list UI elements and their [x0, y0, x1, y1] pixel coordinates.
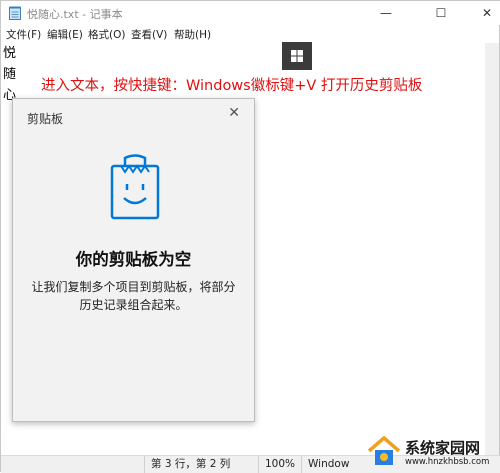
annotation-text: 进入文本，按快捷键：Windows徽标键+V 打开历史剪贴板	[41, 78, 423, 94]
windows-logo-icon	[282, 42, 312, 70]
clipboard-panel-title: 剪贴板	[27, 112, 64, 126]
status-line-ending: Window	[301, 456, 361, 473]
clipboard-empty-description: 让我们复制多个项目到剪贴板，将部分历史记录组合起来。	[31, 280, 236, 312]
menu-file[interactable]: 文件(F)	[6, 27, 41, 42]
watermark-title: 系统家园网	[405, 439, 481, 457]
status-zoom: 100%	[258, 456, 301, 473]
status-position: 第 3 行，第 2 列	[144, 456, 257, 473]
clipboard-smile-icon	[110, 154, 160, 220]
notepad-icon	[9, 6, 21, 20]
menu-help[interactable]: 帮助(H)	[174, 27, 211, 42]
menu-view[interactable]: 查看(V)	[131, 27, 167, 42]
clipboard-close-icon[interactable]: ✕	[228, 105, 240, 121]
close-button[interactable]: ✕	[464, 1, 500, 25]
editor-content[interactable]: 悦随心	[3, 43, 17, 106]
notepad-window: 悦随心.txt - 记事本 — ☐ ✕ 文件(F) 编辑(E) 格式(O) 查看…	[0, 0, 500, 473]
maximize-button[interactable]: ☐	[418, 1, 464, 25]
clipboard-empty-heading: 你的剪贴板为空	[75, 250, 192, 269]
house-logo-icon	[367, 435, 401, 465]
menu-edit[interactable]: 编辑(E)	[47, 27, 83, 42]
site-watermark: 系统家园网 www.hnzkhbsb.com	[367, 433, 500, 473]
vertical-scrollbar[interactable]	[485, 43, 499, 455]
watermark-url: www.hnzkhbsb.com	[405, 457, 490, 467]
title-bar[interactable]: 悦随心.txt - 记事本 — ☐ ✕	[1, 1, 500, 25]
window-title: 悦随心.txt - 记事本	[27, 8, 123, 21]
menu-format[interactable]: 格式(O)	[88, 27, 125, 42]
menu-bar: 文件(F) 编辑(E) 格式(O) 查看(V) 帮助(H)	[1, 25, 500, 43]
minimize-button[interactable]: —	[363, 1, 409, 25]
clipboard-panel: 剪贴板 ✕ 你的剪贴板为空 让我们复制多个项目到剪贴板，将部分历史记录组合起来。	[12, 98, 255, 422]
